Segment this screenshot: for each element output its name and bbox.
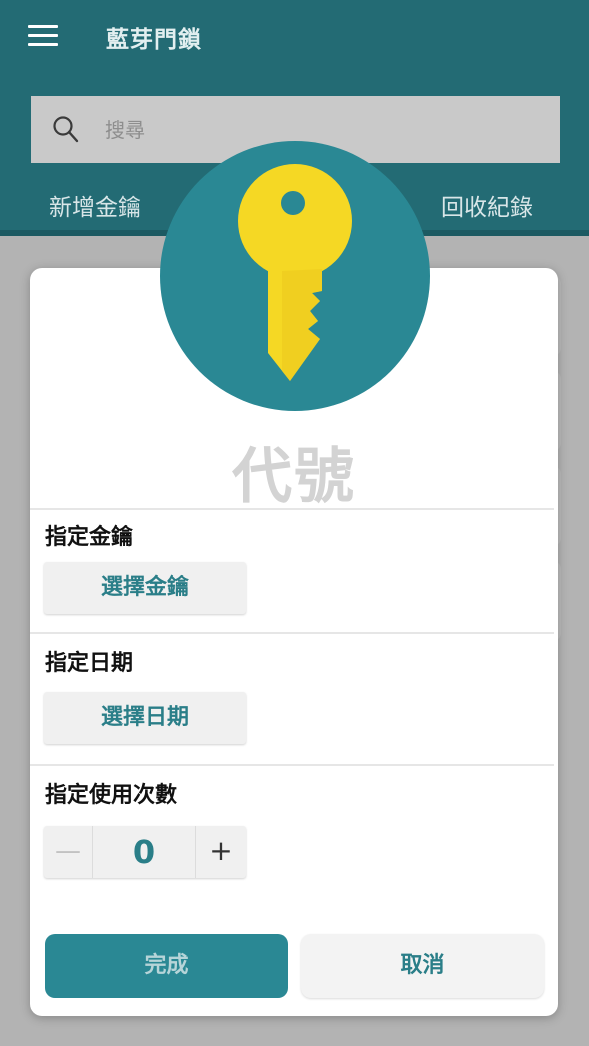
increment-button[interactable]: + <box>196 826 246 878</box>
decrement-button[interactable]: — <box>44 826 92 878</box>
app-title: 藍芽門鎖 <box>106 27 202 53</box>
divider <box>30 764 554 766</box>
date-section-label: 指定日期 <box>45 651 134 676</box>
key-section-label: 指定金鑰 <box>45 525 134 550</box>
search-icon <box>53 116 79 143</box>
usage-count-stepper: — 0 + <box>44 826 246 878</box>
cancel-button[interactable]: 取消 <box>301 934 544 998</box>
select-date-button[interactable]: 選擇日期 <box>44 692 246 744</box>
count-section-label: 指定使用次數 <box>45 783 178 808</box>
key-icon <box>238 164 352 381</box>
select-key-button[interactable]: 選擇金鑰 <box>44 562 246 614</box>
dialog-title: 代號 <box>232 442 356 512</box>
divider <box>30 632 554 634</box>
key-avatar <box>160 141 430 411</box>
divider <box>30 508 554 510</box>
hamburger-menu-icon[interactable] <box>28 25 58 47</box>
tab-add-key[interactable]: 新增金鑰 <box>49 188 141 222</box>
usage-count-value: 0 <box>92 826 196 878</box>
tab-recycle-log[interactable]: 回收紀錄 <box>441 188 533 222</box>
done-button[interactable]: 完成 <box>45 934 288 998</box>
